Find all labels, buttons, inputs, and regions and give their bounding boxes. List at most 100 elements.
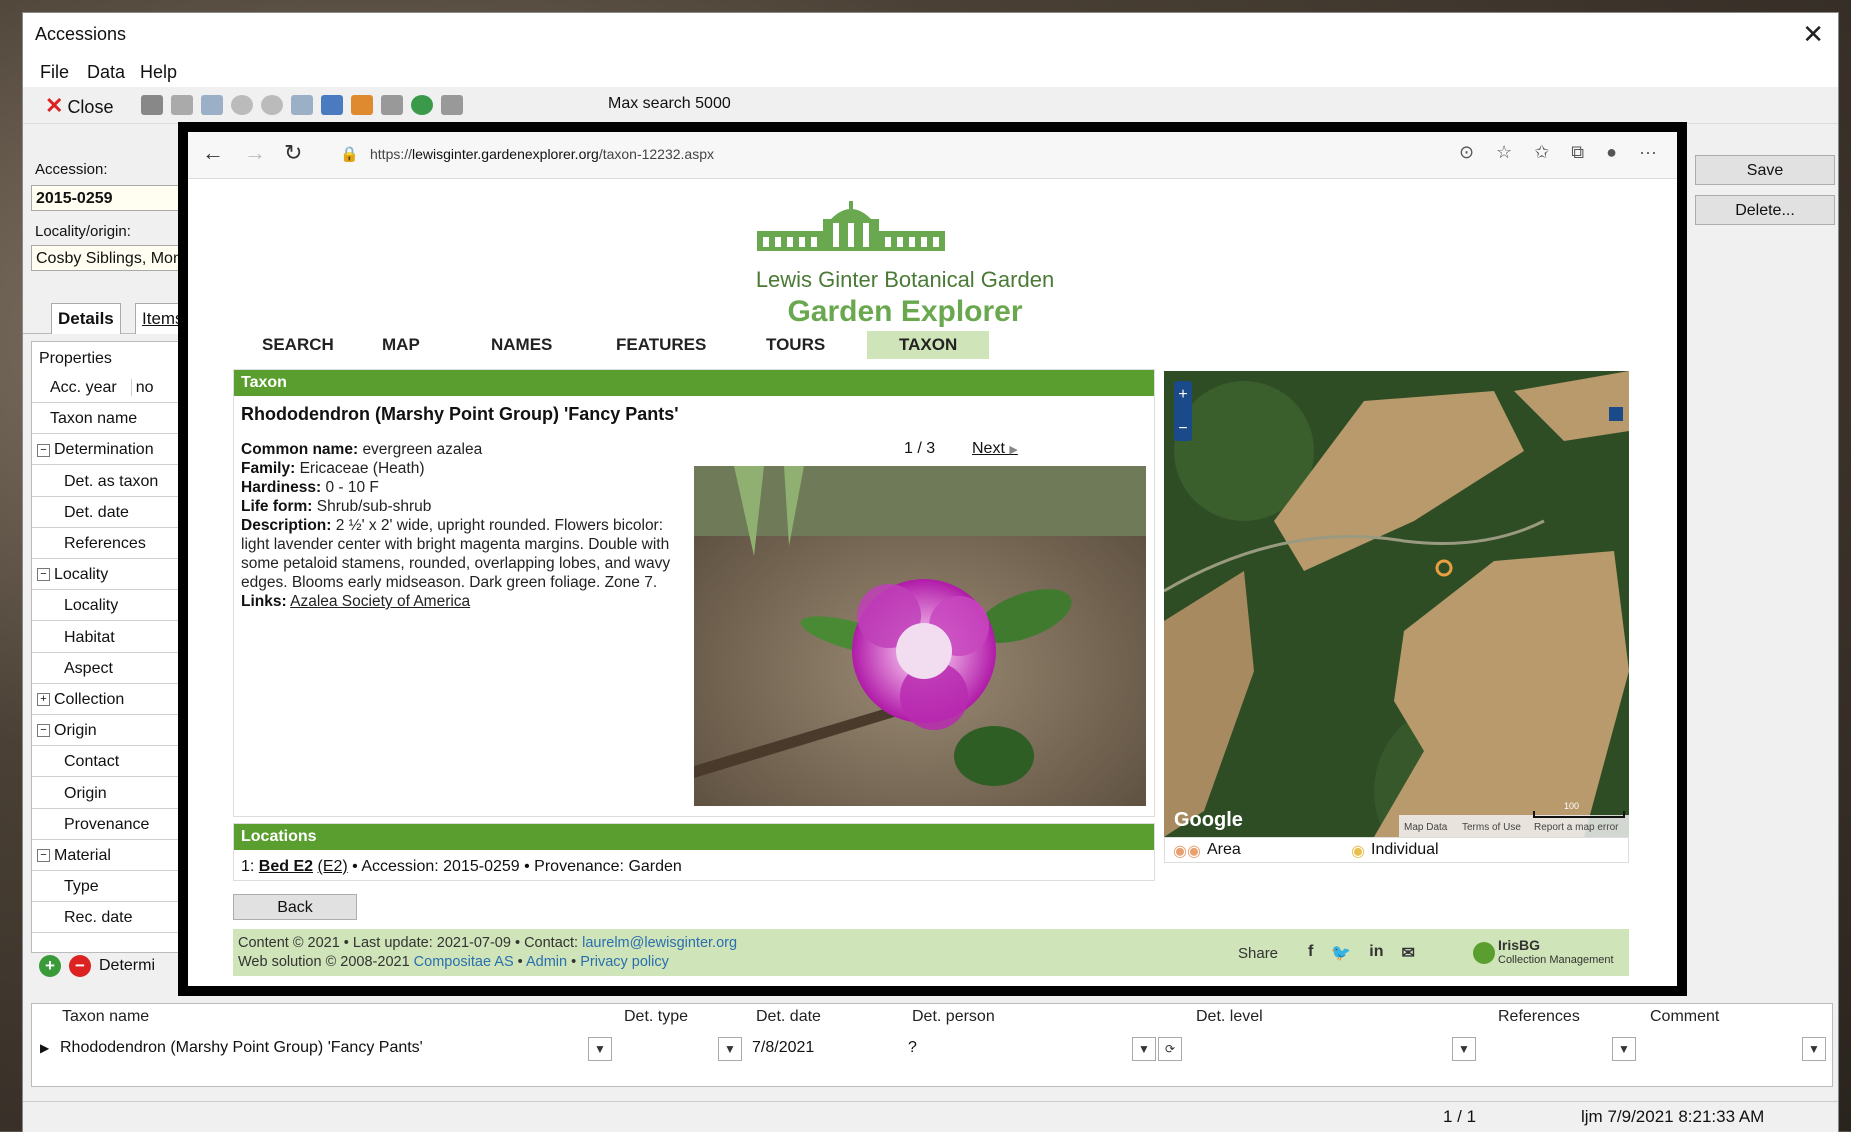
linkedin-icon[interactable]: in xyxy=(1369,943,1383,963)
nav-search[interactable]: SEARCH xyxy=(246,331,350,359)
locality-field[interactable]: Cosby Siblings, Mon xyxy=(31,245,191,271)
max-search-select[interactable]: Max search 5000 xyxy=(608,95,731,113)
property-row[interactable]: − Locality xyxy=(32,559,192,591)
email-icon[interactable]: ✉ xyxy=(1401,943,1414,963)
print-icon[interactable] xyxy=(381,95,403,115)
forward-record-icon[interactable] xyxy=(261,95,283,115)
map-scale-label: 100 xyxy=(1564,801,1579,811)
binoculars-icon[interactable] xyxy=(141,95,163,115)
accession-field[interactable]: 2015-0259 xyxy=(31,185,191,211)
report-icon[interactable] xyxy=(441,95,463,115)
undo-icon[interactable] xyxy=(321,95,343,115)
close-window-icon[interactable]: ✕ xyxy=(1802,19,1824,50)
references-dropdown-icon[interactable]: ▼ xyxy=(1612,1037,1636,1061)
map-data-link[interactable]: Map Data xyxy=(1404,822,1448,833)
back-record-icon[interactable] xyxy=(231,95,253,115)
grid-cell-taxon[interactable]: Rhododendron (Marshy Point Group) 'Fancy… xyxy=(60,1034,423,1062)
table-icon[interactable] xyxy=(201,95,223,115)
tab-details[interactable]: Details xyxy=(51,303,121,334)
property-row[interactable]: − Origin xyxy=(32,715,192,747)
nav-names[interactable]: NAMES xyxy=(475,331,568,359)
property-row[interactable]: Provenance xyxy=(32,809,192,840)
property-row[interactable]: References xyxy=(32,528,192,559)
property-row[interactable]: Contact xyxy=(32,746,192,778)
favorites-icon[interactable]: ✩ xyxy=(1534,142,1549,163)
menu-file[interactable]: File xyxy=(40,62,69,83)
property-row[interactable]: Habitat xyxy=(32,622,192,653)
expand-icon[interactable]: + xyxy=(37,693,50,707)
globe-icon[interactable] xyxy=(411,95,433,115)
map-expand-icon[interactable] xyxy=(1609,407,1623,421)
facebook-icon[interactable]: f xyxy=(1308,943,1313,963)
nav-map[interactable]: MAP xyxy=(366,331,436,359)
property-row[interactable]: − Material xyxy=(32,840,192,871)
collections-icon[interactable]: ⧉ xyxy=(1571,142,1584,163)
bed-code-link[interactable]: (E2) xyxy=(318,858,348,875)
collapse-icon[interactable]: − xyxy=(37,443,50,457)
comment-dropdown-icon[interactable]: ▼ xyxy=(1802,1037,1826,1061)
remove-icon[interactable]: − xyxy=(69,955,91,977)
det-type-dropdown-icon[interactable]: ▼ xyxy=(718,1037,742,1061)
profile-icon[interactable]: ● xyxy=(1606,142,1617,163)
delete-button[interactable]: Delete... xyxy=(1695,195,1835,225)
web-page: Lewis Ginter Botanical Garden Garden Exp… xyxy=(188,179,1677,986)
save-button[interactable]: Save xyxy=(1695,155,1835,185)
grid-cell-det-date[interactable]: 7/8/2021 xyxy=(752,1034,814,1062)
irisbg-logo[interactable]: IrisBG Collection Management xyxy=(1473,938,1614,967)
back-arrow-icon[interactable]: ← xyxy=(202,140,224,166)
nav-features[interactable]: FEATURES xyxy=(600,331,722,359)
azalea-society-link[interactable]: Azalea Society of America xyxy=(290,593,470,610)
property-row[interactable]: Origin xyxy=(32,778,192,809)
admin-link[interactable]: Admin xyxy=(526,954,567,970)
property-row[interactable]: Locality xyxy=(32,590,192,622)
location-icon[interactable]: ⊙ xyxy=(1459,142,1474,163)
reload-icon[interactable]: ↻ xyxy=(284,140,302,166)
property-row[interactable]: Aspect xyxy=(32,653,192,684)
property-row[interactable]: Acc. year no xyxy=(32,372,192,403)
privacy-link[interactable]: Privacy policy xyxy=(580,954,669,970)
twitter-icon[interactable]: 🐦 xyxy=(1331,943,1351,963)
locality-label: Locality/origin: xyxy=(35,223,131,240)
forward-arrow-icon[interactable]: → xyxy=(244,140,266,166)
property-row[interactable]: Det. date xyxy=(32,497,192,528)
site-footer: Content © 2021 • Last update: 2021-07-09… xyxy=(233,929,1629,976)
collapse-icon[interactable]: − xyxy=(37,849,50,863)
property-row[interactable]: Det. as taxon xyxy=(32,466,192,497)
menu-data[interactable]: Data xyxy=(87,62,125,83)
taxon-dropdown-icon[interactable]: ▼ xyxy=(588,1037,612,1061)
satellite-map[interactable]: + − Google Map Data Terms of Use Report … xyxy=(1164,371,1629,837)
url-field[interactable]: https://lewisginter.gardenexplorer.org/t… xyxy=(370,146,714,162)
nav-tours[interactable]: TOURS xyxy=(750,331,841,359)
grid-header-taxon: Taxon name xyxy=(62,1008,150,1025)
add-icon[interactable]: + xyxy=(39,955,61,977)
det-level-dropdown-icon[interactable]: ▼ xyxy=(1452,1037,1476,1061)
bed-e2-link[interactable]: Bed E2 xyxy=(259,858,313,875)
more-icon[interactable]: ··· xyxy=(1639,142,1657,163)
contact-email-link[interactable]: laurelm@lewisginter.org xyxy=(582,935,737,951)
menu-help[interactable]: Help xyxy=(140,62,177,83)
property-value[interactable]: no xyxy=(130,379,154,396)
terms-link[interactable]: Terms of Use xyxy=(1462,822,1521,833)
property-row[interactable]: Taxon name xyxy=(32,403,192,435)
report-error-link[interactable]: Report a map error xyxy=(1534,822,1619,833)
property-row[interactable]: − Determination xyxy=(32,434,192,466)
compositae-link[interactable]: Compositae AS xyxy=(414,954,514,970)
grid-cell-det-person[interactable]: ? xyxy=(908,1034,917,1062)
refresh-icon[interactable]: ⟳ xyxy=(1158,1037,1182,1061)
collapse-icon[interactable]: − xyxy=(37,568,50,582)
zoom-out-icon[interactable]: − xyxy=(1178,420,1187,437)
zoom-in-icon[interactable]: + xyxy=(1178,386,1187,403)
property-row[interactable]: + Collection xyxy=(32,684,192,715)
add-favorite-icon[interactable]: ☆ xyxy=(1496,142,1512,163)
det-person-dropdown-icon[interactable]: ▼ xyxy=(1132,1037,1156,1061)
back-button[interactable]: Back xyxy=(233,894,357,920)
window-icon[interactable] xyxy=(291,95,313,115)
nav-taxon[interactable]: TAXON xyxy=(867,331,990,359)
binoculars-filter-icon[interactable] xyxy=(171,95,193,115)
property-row[interactable]: Type xyxy=(32,871,192,903)
collapse-icon[interactable]: − xyxy=(37,724,50,738)
property-row[interactable]: Rec. date xyxy=(32,902,192,934)
export-icon[interactable] xyxy=(351,95,373,115)
close-button[interactable]: ✕ Close xyxy=(45,93,113,119)
next-link[interactable]: Next ▶ xyxy=(972,440,1018,458)
